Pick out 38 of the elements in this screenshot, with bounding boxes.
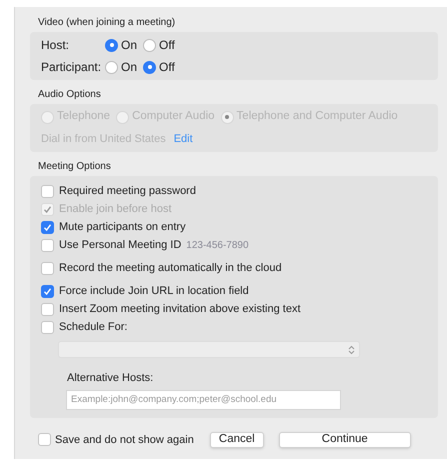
section-title: Audio Options [37, 88, 102, 102]
checkbox[interactable] [41, 262, 54, 274]
checkbox-label: Required meeting password [59, 184, 196, 199]
field-label: Alternative Hosts: [67, 371, 154, 386]
checkbox[interactable] [41, 238, 54, 252]
radio-label: On [121, 37, 138, 54]
checkbox-label: Enable join before host [59, 202, 172, 217]
checkbox[interactable] [41, 320, 54, 334]
select-field[interactable] [58, 341, 360, 358]
radio-button[interactable] [105, 60, 118, 74]
radio-button[interactable] [105, 38, 118, 52]
radio-button[interactable] [143, 38, 156, 52]
section-title: Video (when joining a meeting) [37, 16, 176, 30]
section-title: Meeting Options [37, 160, 112, 174]
alternative-hosts-field[interactable]: Example:john@company.com;peter@school.edu [66, 390, 341, 410]
continue-button[interactable]: Continue [278, 432, 411, 448]
radio-label: On [121, 59, 138, 76]
checkbox[interactable] [41, 302, 54, 316]
checkbox[interactable] [41, 284, 54, 298]
checkbox-label: Save and do not show again [55, 432, 194, 448]
radio-label: Off [159, 59, 175, 76]
radio-label: Off [159, 37, 175, 54]
chevron-up-down-icon [348, 344, 355, 354]
checkbox[interactable] [38, 433, 51, 446]
cancel-button[interactable]: Cancel [210, 432, 264, 448]
checkbox-label: Use Personal Meeting ID [59, 238, 182, 253]
checkbox-label: Force include Join URL in location field [59, 284, 249, 299]
meeting-id: 123-456-7890 [186, 238, 249, 252]
checkbox-label: Record the meeting automatically in the cloud [59, 260, 282, 276]
checkbox[interactable] [41, 184, 54, 198]
checkbox-label: Schedule For: [59, 320, 128, 335]
checkbox-label: Mute participants on entry [59, 220, 186, 235]
field-label: Participant: [41, 59, 102, 76]
checkbox[interactable] [41, 220, 54, 234]
checkmark-icon [43, 286, 52, 296]
radio-button[interactable] [143, 60, 156, 74]
field-label: Host: [41, 37, 70, 54]
checkbox-label: Insert Zoom meeting invitation above existing text [59, 302, 301, 317]
